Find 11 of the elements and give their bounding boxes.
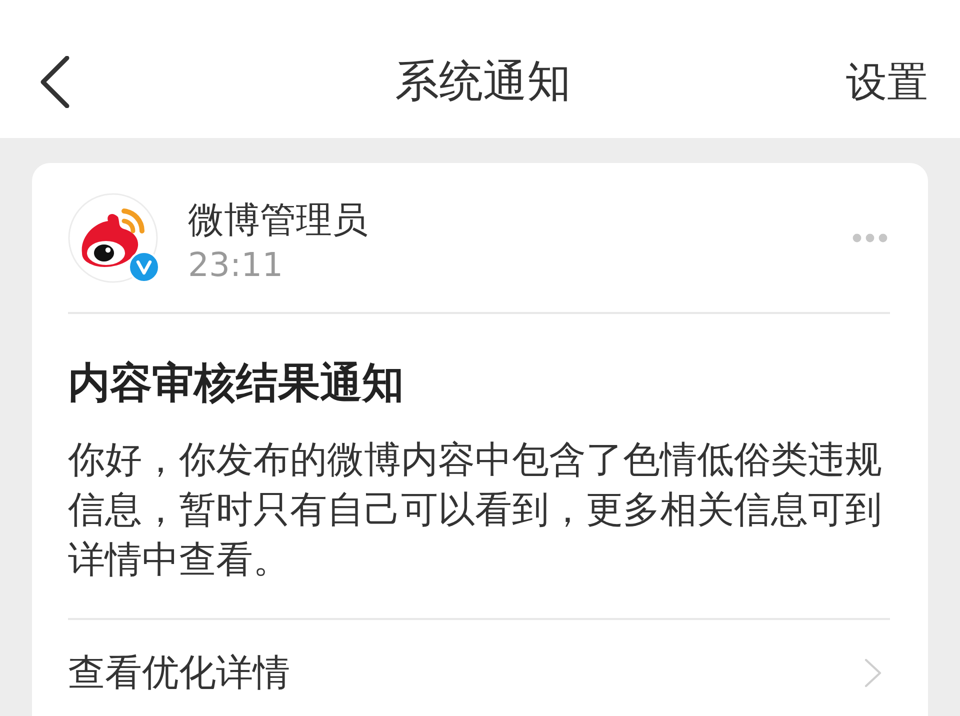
notice-title: 内容审核结果通知 <box>68 358 405 408</box>
back-chevron-icon <box>40 56 70 108</box>
settings-button[interactable]: 设置 <box>846 54 928 110</box>
more-icon <box>852 233 888 243</box>
sender-name[interactable]: 微博管理员 <box>188 198 368 244</box>
chevron-right-icon <box>864 658 882 688</box>
back-button[interactable] <box>38 54 72 110</box>
details-link[interactable]: 查看优化详情 <box>68 620 890 716</box>
timestamp: 23:11 <box>188 244 284 286</box>
notice-body: 你好，你发布的微博内容中包含了色情低俗类违规信息，暂时只有自己可以看到，更多相关信息可到详情中查看。 <box>68 437 883 583</box>
page-title: 系统通知 <box>395 55 571 109</box>
